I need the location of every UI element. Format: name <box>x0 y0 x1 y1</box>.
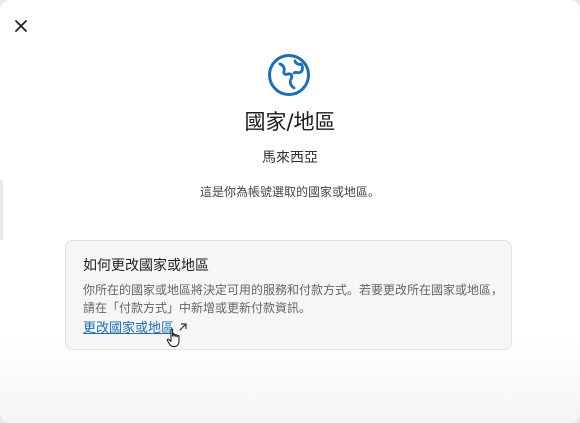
country-region-dialog: 國家/地區 馬來西亞 這是你為帳號選取的國家或地區。 如何更改國家或地區 你所在… <box>0 0 580 423</box>
external-link-icon <box>178 322 188 332</box>
page-title: 國家/地區 <box>244 110 336 134</box>
card-heading: 如何更改國家或地區 <box>83 258 209 274</box>
change-region-link[interactable]: 更改國家或地區 <box>83 317 188 336</box>
close-icon <box>15 20 27 32</box>
card-body: 你所在的國家或地區將決定可用的服務和付款方式。若要更改所在國家或地區， 請在「付… <box>83 281 503 317</box>
region-description: 這是你為帳號選取的國家或地區。 <box>199 185 380 199</box>
card-body-line: 請在「付款方式」中新增或更新付款資訊。 <box>83 301 312 315</box>
card-body-line: 你所在的國家或地區將決定可用的服務和付款方式。若要更改所在國家或地區， <box>83 283 504 297</box>
selected-region: 馬來西亞 <box>262 150 318 166</box>
globe-icon <box>268 54 310 96</box>
change-region-link-label: 更改國家或地區 <box>83 321 175 336</box>
change-region-info-card: 如何更改國家或地區 你所在的國家或地區將決定可用的服務和付款方式。若要更改所在國… <box>65 240 512 350</box>
close-button[interactable] <box>10 15 32 37</box>
